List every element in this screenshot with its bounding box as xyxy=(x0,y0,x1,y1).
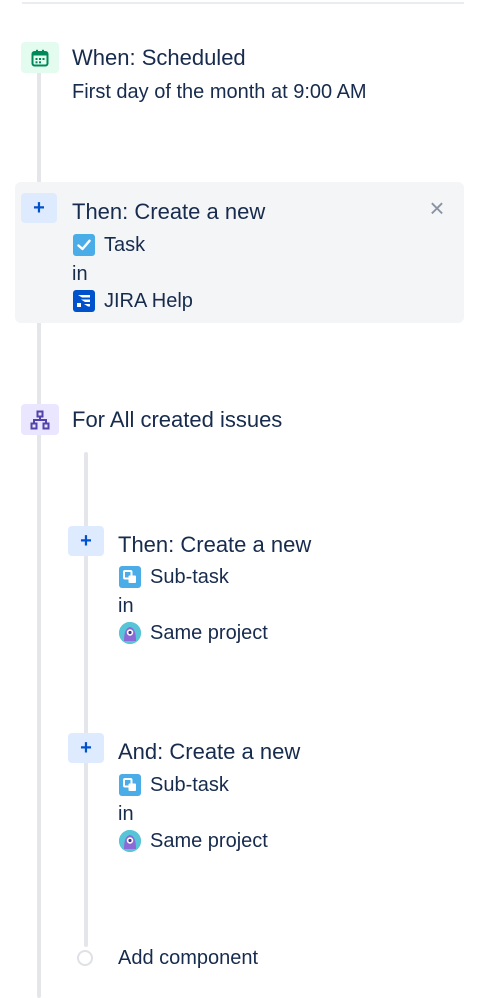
task-checkbox-icon xyxy=(73,234,95,256)
connector-in: in xyxy=(72,263,88,285)
project-name: JIRA Help xyxy=(104,290,193,312)
subtask-icon xyxy=(119,566,141,588)
top-divider xyxy=(22,2,464,4)
jira-project-icon xyxy=(73,290,95,312)
issue-type-label: Sub-task xyxy=(150,566,229,588)
branch-title: For All created issues xyxy=(72,407,283,432)
close-icon[interactable]: × xyxy=(425,195,449,221)
project-name: Same project xyxy=(150,830,268,852)
connector-in: in xyxy=(118,803,134,825)
subtask-icon xyxy=(119,774,141,796)
trigger-title: When: Scheduled xyxy=(72,45,246,70)
trigger-description: First day of the month at 9:00 AM xyxy=(72,81,367,103)
plus-icon: + xyxy=(68,733,104,763)
branch-action-title: And: Create a new xyxy=(118,739,301,764)
issue-type-label: Task xyxy=(104,234,146,256)
project-name: Same project xyxy=(150,622,268,644)
branch-icon xyxy=(21,404,59,435)
connector-in: in xyxy=(118,595,134,617)
add-circle-icon xyxy=(77,950,93,966)
add-component-label: Add component xyxy=(118,947,259,969)
calendar-icon xyxy=(21,42,59,73)
plus-icon: + xyxy=(68,526,104,556)
action-title: Then: Create a new xyxy=(72,199,266,224)
project-avatar-icon xyxy=(119,830,141,852)
plus-icon: + xyxy=(21,193,57,223)
project-avatar-icon xyxy=(119,622,141,644)
branch-action-title: Then: Create a new xyxy=(118,532,312,557)
issue-type-label: Sub-task xyxy=(150,774,229,796)
